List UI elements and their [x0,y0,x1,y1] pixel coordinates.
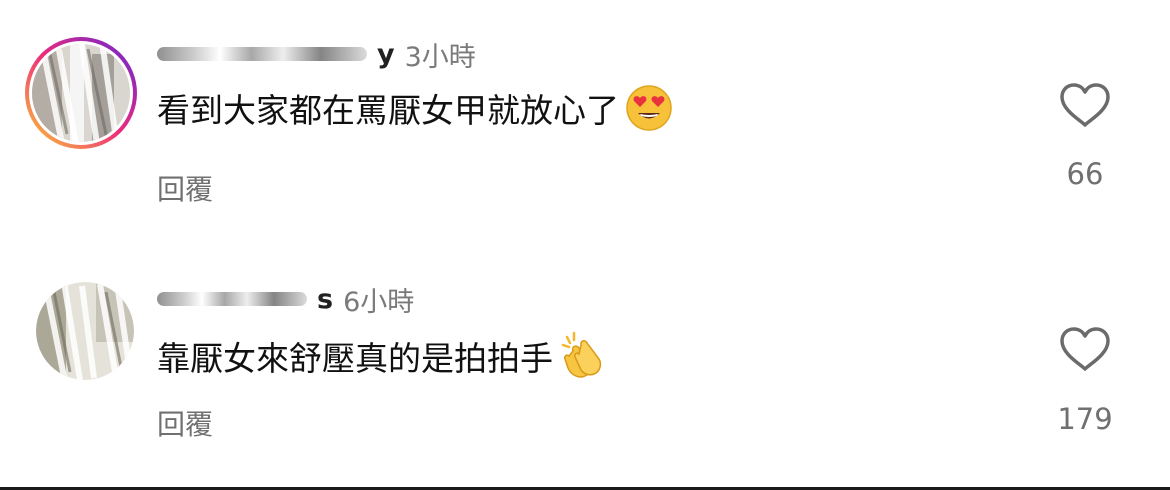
username-redacted[interactable] [157,292,307,306]
comment-body: 看到大家都在罵厭女甲就放心了 [157,80,673,136]
heart-outline-icon [1060,83,1110,127]
like-count: 179 [1057,402,1113,436]
avatar-story-ring-icon [25,37,137,149]
like-count: 66 [1066,157,1104,191]
comment-text: 靠厭女來舒壓真的是拍拍手 [157,339,553,378]
timestamp: 3小時 [404,41,476,73]
reply-button[interactable]: 回覆 [157,403,213,443]
username-suffix[interactable]: y [377,39,395,70]
comment-header: y 3小時 [157,36,476,73]
comment-body: 靠厭女來舒壓真的是拍拍手 [157,328,609,384]
timestamp: 6小時 [343,286,415,318]
heart-outline-icon [1060,327,1110,371]
avatar[interactable] [22,34,140,152]
avatar-image [36,282,134,380]
like-button[interactable] [1055,326,1115,372]
username-suffix[interactable]: s [317,284,333,315]
like-button[interactable] [1055,82,1115,128]
clapping-hands-emoji-icon [559,331,609,381]
comment-header: s 6小時 [157,282,415,318]
comment-text: 看到大家都在罵厭女甲就放心了 [157,91,619,130]
heart-eyes-emoji-icon [625,84,673,132]
reply-button[interactable]: 回覆 [157,168,213,208]
username-redacted[interactable] [157,47,367,61]
avatar[interactable] [36,282,134,380]
